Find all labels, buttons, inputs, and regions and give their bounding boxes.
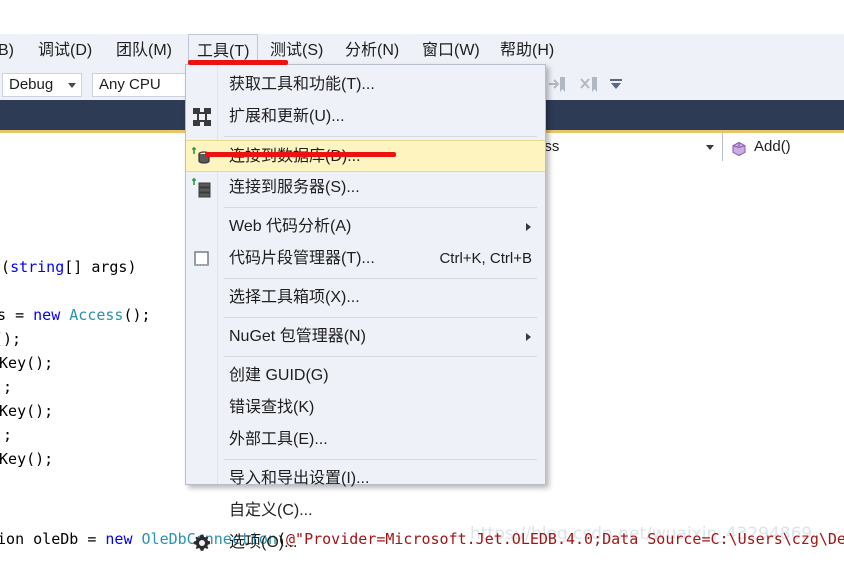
menu-bar-item-2[interactable]: 团队(M) (108, 34, 180, 68)
menu-item-label: NuGet 包管理器(N) (229, 328, 366, 345)
red-underline-tools-menu (188, 60, 288, 65)
menu-item-0[interactable]: 获取工具和功能(T)... (186, 69, 545, 101)
code-line-3: dKey(); (0, 354, 54, 372)
menu-bar-item-6[interactable]: 窗口(W) (414, 34, 488, 68)
menu-item-14[interactable]: 错误查找(K) (186, 392, 545, 424)
overflow-chevron-icon[interactable] (608, 78, 624, 92)
code-line-1: ss = new Access(); (0, 306, 151, 324)
menu-item-label: 扩展和更新(U)... (229, 108, 345, 125)
chevron-down-icon (68, 83, 76, 88)
solution-configuration-value: Debug (9, 76, 54, 93)
code-line-6: ); (0, 426, 13, 444)
snippet-icon (191, 248, 213, 270)
menu-item-7[interactable]: 代码片段管理器(T)... Ctrl+K, Ctrl+B (186, 243, 545, 275)
menu-bar-item-label: 调试(D) (38, 42, 93, 59)
solution-platform-value: Any CPU (99, 76, 161, 93)
code-line-2: (); (0, 330, 22, 348)
menu-bar-item-label: 窗口(W) (422, 42, 480, 59)
menu-item-label: 选项(O)... (229, 534, 298, 551)
code-line-4: ); (0, 378, 13, 396)
menu-item-15[interactable]: 外部工具(E)... (186, 424, 545, 456)
menu-item-18[interactable]: 自定义(C)... (186, 495, 545, 527)
menu-separator (224, 356, 537, 357)
member-navigation-combo[interactable]: Add() (724, 133, 844, 161)
menu-bar-item-label: 分析(N) (345, 42, 400, 59)
solution-platform-combo[interactable]: Any CPU (92, 73, 197, 97)
code-line-7: dKey(); (0, 450, 54, 468)
bookmark-next-icon[interactable] (546, 74, 568, 96)
menu-bar: B) 调试(D) 团队(M) 工具(T) 测试(S) 分析(N) 窗口(W) 帮助(H) (0, 34, 844, 68)
menu-item-label: 获取工具和功能(T)... (229, 76, 375, 93)
menu-separator (224, 207, 537, 208)
menu-bar-item-label: 测试(S) (270, 42, 324, 59)
menu-bar-item-label: 工具(T) (197, 43, 250, 60)
menu-separator (224, 459, 537, 460)
connect-server-icon (191, 177, 213, 199)
menu-item-shortcut: Ctrl+K, Ctrl+B (439, 250, 532, 267)
member-navigation-value: Add() (754, 138, 791, 155)
menu-bar-item-0[interactable]: B) (0, 34, 22, 68)
options-gear-icon (191, 532, 213, 554)
menu-item-label: 创建 GUID(G) (229, 367, 329, 384)
chevron-down-icon (706, 145, 714, 150)
menu-item-label: 导入和导出设置(I)... (229, 470, 370, 487)
menu-item-label: 选择工具箱项(X)... (229, 289, 360, 306)
menu-item-4[interactable]: 连接到服务器(S)... (186, 172, 545, 204)
menu-separator (224, 136, 537, 137)
menu-item-13[interactable]: 创建 GUID(G) (186, 360, 545, 392)
menu-bar-item-7[interactable]: 帮助(H) (492, 34, 562, 68)
menu-separator (224, 278, 537, 279)
menu-bar-item-label: 团队(M) (116, 42, 172, 59)
code-line-0: n(string[] args) (0, 258, 137, 276)
bookmark-clear-icon[interactable] (578, 74, 600, 96)
menu-bar-item-1[interactable]: 调试(D) (30, 34, 100, 68)
menu-item-label: 自定义(C)... (229, 502, 313, 519)
menu-item-label: 错误查找(K) (229, 399, 315, 416)
submenu-arrow-icon (526, 333, 531, 341)
extensions-icon (191, 106, 213, 128)
menu-item-19[interactable]: 选项(O)... (186, 527, 545, 559)
menu-item-1[interactable]: 扩展和更新(U)... (186, 101, 545, 133)
connect-database-icon (191, 146, 213, 168)
menu-bar-item-label: B) (0, 42, 14, 59)
solution-configuration-combo[interactable]: Debug (2, 73, 82, 97)
code-line-5: dKey(); (0, 402, 54, 420)
submenu-arrow-icon (526, 223, 531, 231)
menu-item-17[interactable]: 导入和导出设置(I)... (186, 463, 545, 495)
type-navigation-combo[interactable]: ess (528, 133, 723, 161)
menu-item-label: 外部工具(E)... (229, 431, 328, 448)
menu-item-label: 连接到服务器(S)... (229, 179, 360, 196)
menu-item-label: 代码片段管理器(T)... (229, 250, 375, 267)
menu-separator (224, 317, 537, 318)
visual-studio-window: B) 调试(D) 团队(M) 工具(T) 测试(S) 分析(N) 窗口(W) 帮助(H) De… (0, 0, 844, 556)
menu-item-9[interactable]: 选择工具箱项(X)... (186, 282, 545, 314)
red-underline-connect-database (205, 152, 396, 157)
menu-item-6[interactable]: Web 代码分析(A) (186, 211, 545, 243)
menu-item-label: Web 代码分析(A) (229, 218, 352, 235)
menu-bar-item-label: 帮助(H) (500, 42, 555, 59)
menu-item-11[interactable]: NuGet 包管理器(N) (186, 321, 545, 353)
tools-dropdown-menu: 获取工具和功能(T)...扩展和更新(U)...连接到数据库(D)...连接到服… (185, 64, 546, 551)
menu-bar-item-5[interactable]: 分析(N) (337, 34, 407, 68)
